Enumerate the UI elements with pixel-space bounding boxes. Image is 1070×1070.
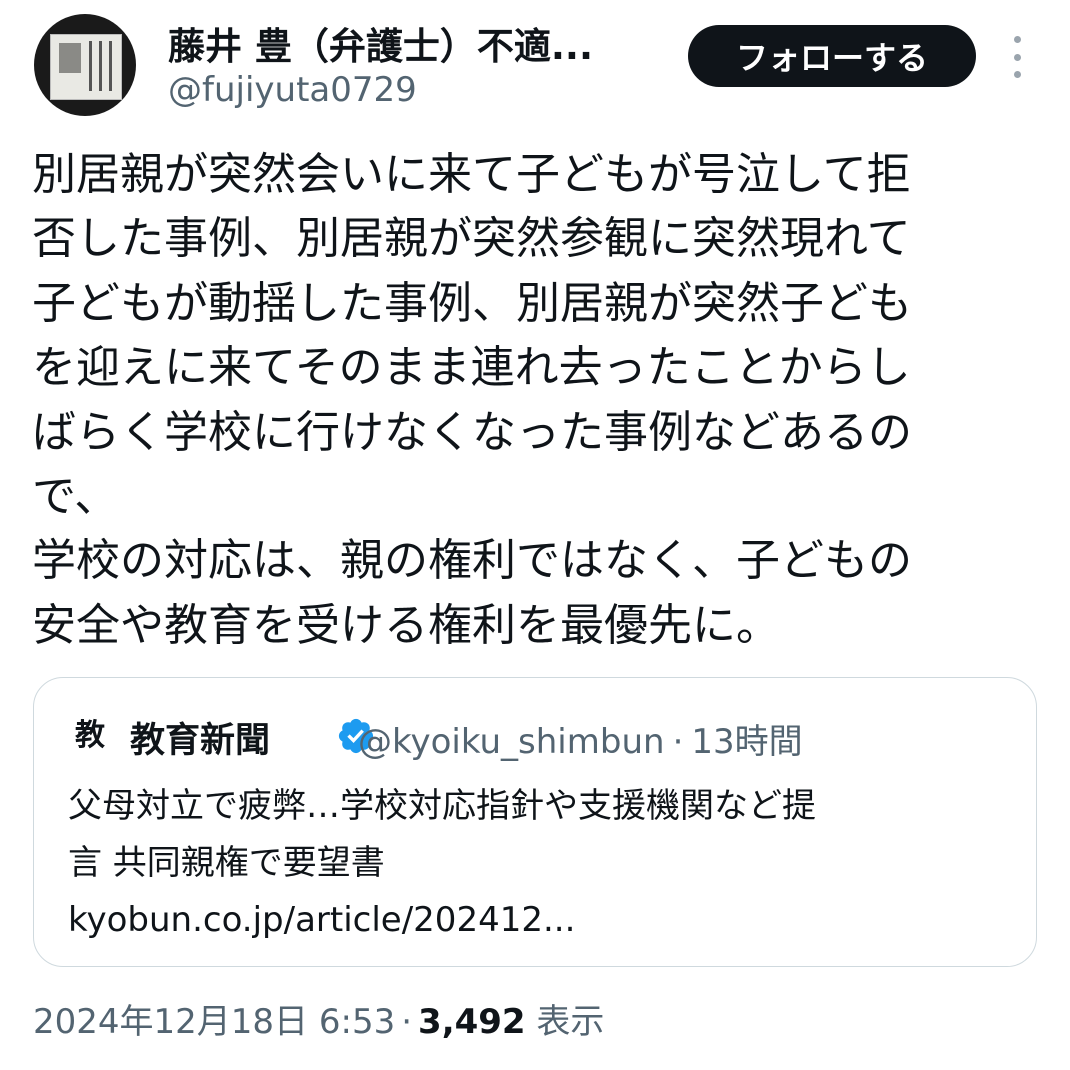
views-count: 3,492: [418, 1002, 526, 1042]
quote-handle[interactable]: @kyoiku_shimbun: [358, 722, 665, 762]
avatar[interactable]: [34, 14, 136, 116]
footer-separator: ·: [401, 1002, 413, 1042]
author-display-name[interactable]: 藤井 豊（弁護士）不適...: [168, 16, 638, 70]
tweet-header: 藤井 豊（弁護士）不適... @fujiyuta0729 フォローする: [0, 0, 1070, 130]
author-handle[interactable]: @fujiyuta0729: [168, 70, 417, 110]
views-label: 表示: [536, 1002, 605, 1042]
tweet-footer: 2024年12月18日 6:53 · 3,492 表示: [33, 994, 604, 1043]
more-icon[interactable]: [1003, 36, 1031, 78]
quote-separator: ·: [672, 722, 684, 762]
quote-time[interactable]: 13時間: [691, 722, 802, 762]
quote-text: 父母対立で疲弊…学校対応指針や支援機関など提 言 共同親権で要望書 kyobun…: [68, 786, 816, 940]
quote-meta: @kyoiku_shimbun · 13時間: [358, 714, 803, 763]
tweet-timestamp[interactable]: 2024年12月18日 6:53: [33, 1002, 395, 1042]
follow-button[interactable]: フォローする: [688, 25, 976, 87]
tweet-text: 別居親が突然会いに来て子どもが号泣して拒 否した事例、別居親が突然参観に突然現れ…: [32, 149, 912, 651]
quote-account-name[interactable]: 教育新聞: [130, 712, 270, 763]
avatar-newspaper-image: [50, 34, 122, 100]
quote-account-logo: 教: [75, 718, 105, 753]
quoted-tweet-card[interactable]: 教 教育新聞 @kyoiku_shimbun · 13時間 父母対立で疲弊…学校対応…: [33, 677, 1037, 967]
